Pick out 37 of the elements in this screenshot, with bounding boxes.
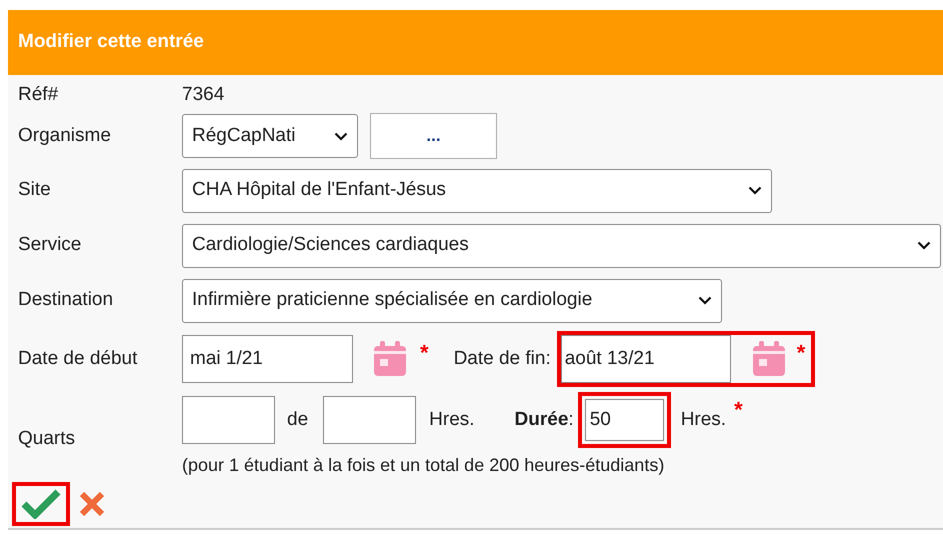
caret-icon (698, 296, 712, 305)
caret-icon (334, 132, 348, 140)
field-label: Destination (18, 289, 114, 310)
input-field[interactable] (323, 396, 416, 444)
save-button[interactable] (12, 482, 70, 526)
calendar-icon[interactable] (372, 340, 408, 378)
required-mark: * (420, 339, 429, 367)
input-field[interactable]: 50 (584, 399, 664, 441)
input-field[interactable]: août 13/21 (560, 335, 731, 383)
dropdown[interactable]: RégCapNati (182, 114, 358, 158)
field-label: Durée: (514, 408, 574, 432)
dropdown[interactable]: CHA Hôpital de l'Enfant-Jésus (182, 168, 772, 212)
caret-icon (748, 186, 762, 195)
field-value: 7364 (182, 82, 224, 107)
required-mark: * (796, 339, 806, 367)
field-label: Date de fin: (454, 346, 551, 371)
required-mark: * (734, 396, 743, 424)
field-label: Site (18, 179, 51, 200)
note-text: (pour 1 étudiant à la fois et un total de 200 heures-étudiants) (182, 455, 664, 475)
ellipsis-button[interactable]: ... (370, 113, 497, 159)
caret-icon (917, 241, 931, 250)
connector-text: de (287, 408, 308, 432)
input-field[interactable] (182, 396, 275, 444)
checkmark-icon (21, 489, 61, 519)
cross-icon (79, 491, 105, 517)
field-label: Date de début (18, 348, 138, 369)
dropdown[interactable]: Cardiologie/Sciences cardiaques (182, 224, 941, 268)
unit-label: Hres. (680, 408, 726, 432)
field-label: Service (18, 234, 82, 256)
unit-label: Hres. (429, 408, 475, 432)
field-label: Quarts (18, 426, 76, 451)
calendar-icon[interactable] (750, 340, 787, 378)
dialog-title: Modifier cette entrée (18, 30, 204, 54)
input-field[interactable]: mai 1/21 (182, 335, 353, 383)
field-label: Organisme (18, 124, 111, 146)
dropdown[interactable]: Infirmière praticienne spécialisée en cardiologie (182, 278, 722, 322)
field-label: Réf# (18, 84, 58, 105)
